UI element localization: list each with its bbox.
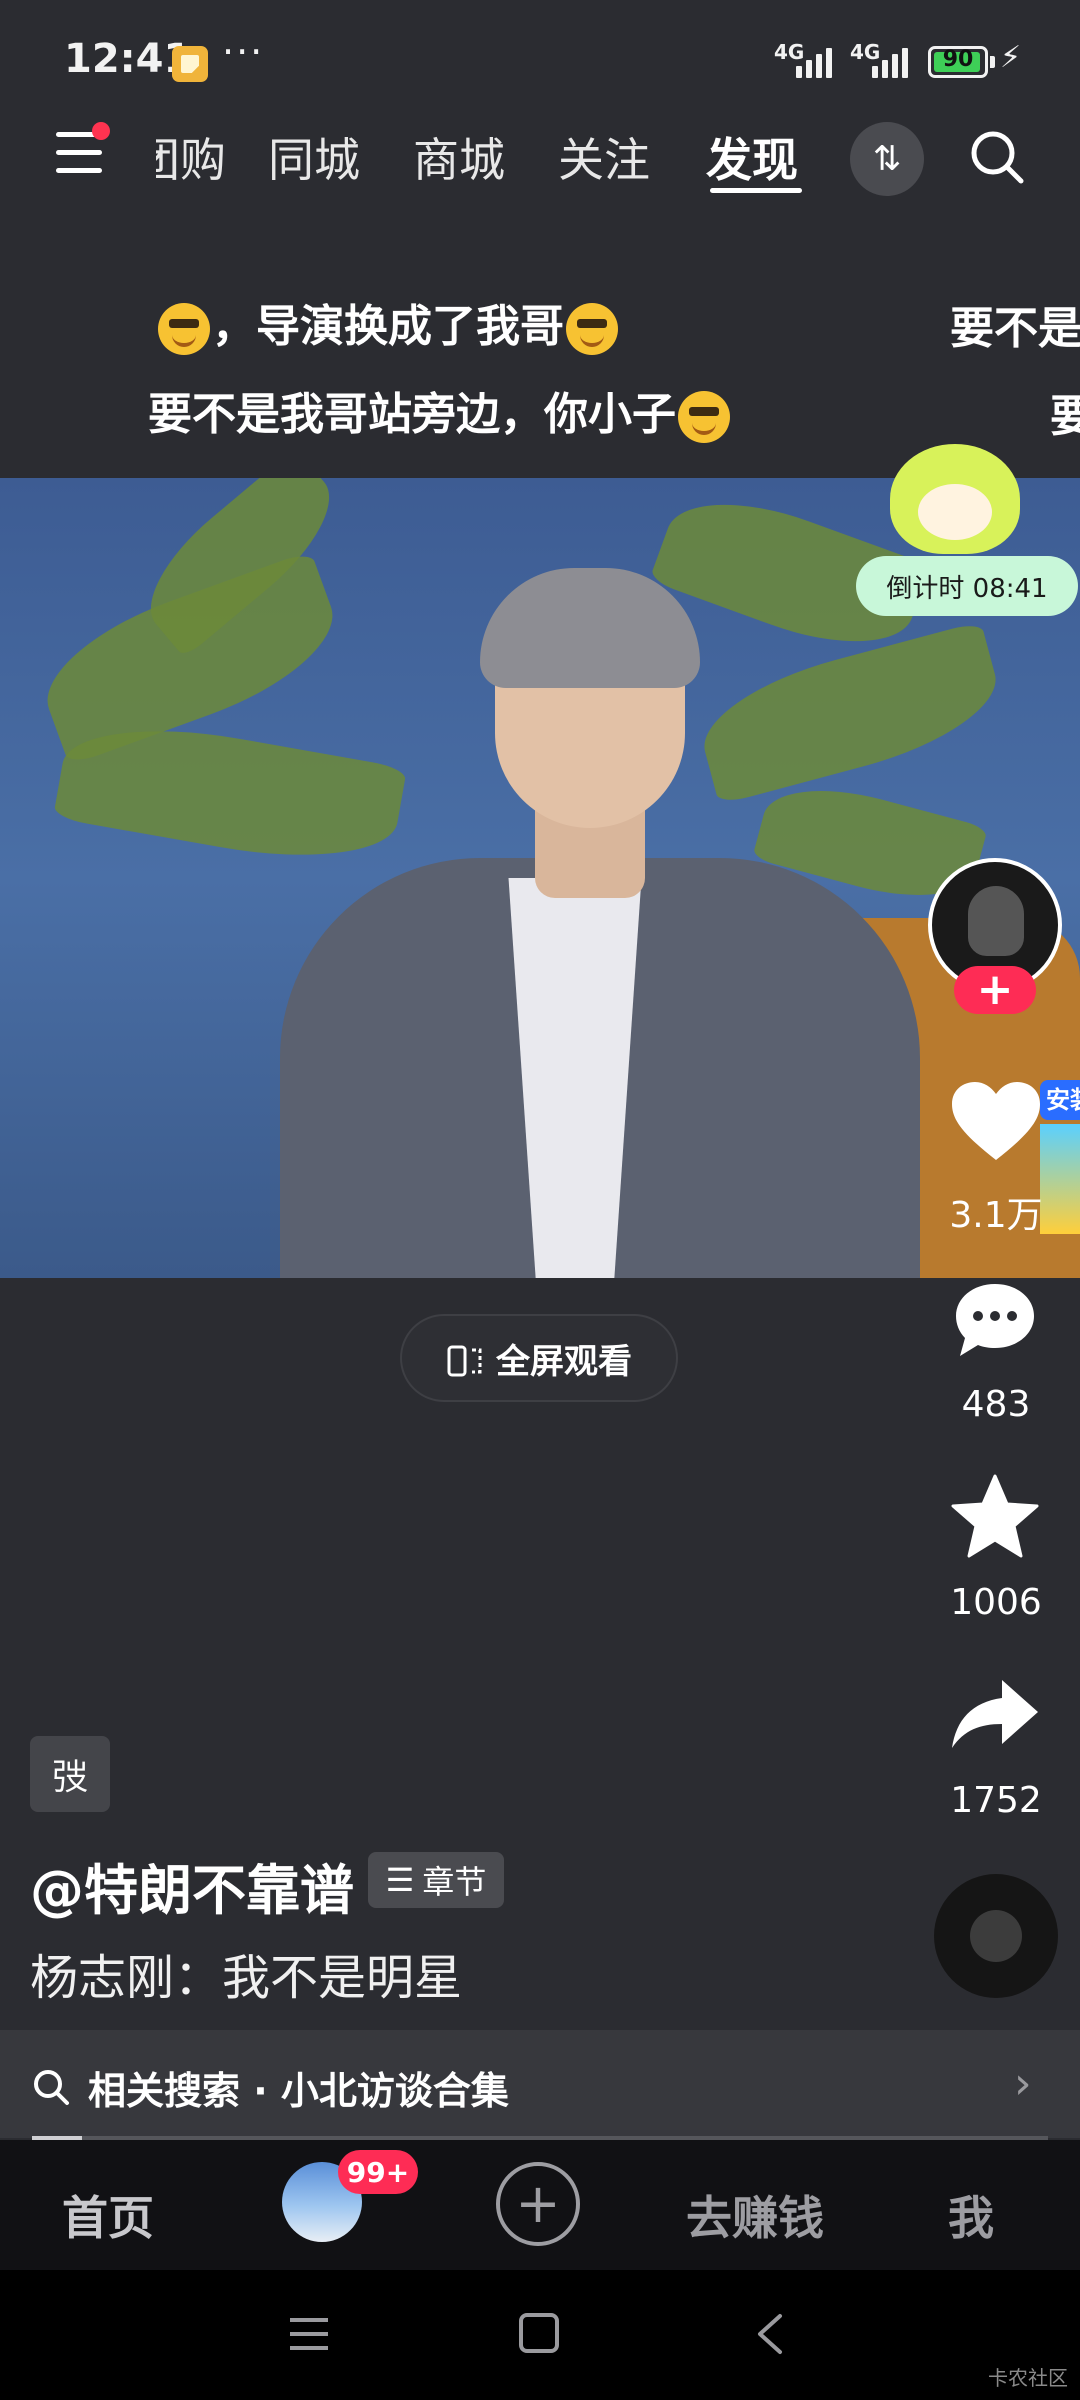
tab-following[interactable]: 关注 bbox=[558, 124, 650, 190]
share-arrow-icon[interactable] bbox=[950, 1676, 1040, 1752]
danmaku-line-2: 要不是我哥站旁边，你小子 bbox=[148, 378, 732, 443]
tab-earn[interactable]: 去赚钱 bbox=[686, 2182, 824, 2248]
tab-me[interactable]: 我 bbox=[948, 2182, 994, 2248]
tab-discover[interactable]: 发现 bbox=[706, 124, 798, 190]
fullscreen-button[interactable]: 全屏观看 bbox=[400, 1314, 678, 1402]
favorite-star-icon[interactable] bbox=[950, 1474, 1040, 1560]
recent-apps-icon[interactable] bbox=[288, 2314, 330, 2354]
signal-strength-icon-2 bbox=[872, 44, 908, 78]
notification-dot bbox=[92, 122, 110, 140]
battery-icon: 90 bbox=[928, 46, 988, 78]
chapter-list-icon: ☰ bbox=[385, 1861, 415, 1899]
music-disc-icon[interactable] bbox=[934, 1874, 1058, 1998]
more-notifications-icon: ··· bbox=[222, 30, 265, 74]
like-icon[interactable] bbox=[950, 1080, 1042, 1164]
watermark: 卡农社区 bbox=[988, 2366, 1068, 2390]
share-count: 1752 bbox=[950, 1780, 1042, 1821]
tab-group-buy[interactable]: 团购 bbox=[156, 124, 226, 190]
sunglasses-emoji-icon bbox=[566, 303, 618, 355]
tab-nearby[interactable]: 同城 bbox=[268, 124, 360, 190]
sunglasses-emoji-icon bbox=[678, 391, 730, 443]
chapter-button[interactable]: ☰ 章节 bbox=[368, 1852, 504, 1908]
signal-strength-icon-1 bbox=[796, 44, 832, 78]
like-count: 3.1万 bbox=[949, 1195, 1043, 1236]
status-bar: 12:41 ··· 4G 4G 90 ⚡ bbox=[0, 0, 1080, 120]
swap-icon[interactable]: ⇅ bbox=[850, 122, 924, 196]
home-icon[interactable] bbox=[518, 2312, 560, 2354]
message-badge: 99+ bbox=[338, 2150, 418, 2194]
danmaku-line-3: 要不是 bbox=[950, 303, 1080, 354]
create-post-button[interactable]: + bbox=[496, 2162, 580, 2246]
install-ad-tag[interactable]: 安装 bbox=[1040, 1080, 1080, 1120]
video-description: 杨志刚：我不是明星 bbox=[30, 1950, 463, 2006]
comment-icon[interactable] bbox=[952, 1280, 1038, 1360]
charging-icon: ⚡ bbox=[1000, 40, 1022, 75]
reward-mascot-icon[interactable] bbox=[890, 444, 1020, 554]
search-icon[interactable] bbox=[968, 128, 1026, 186]
tab-mall[interactable]: 商城 bbox=[413, 124, 505, 190]
search-icon bbox=[34, 2070, 69, 2105]
countdown-timer[interactable]: 倒计时 08:41 bbox=[856, 556, 1078, 616]
related-search-bar[interactable]: 相关搜索 · 小北访谈合集 › bbox=[0, 2030, 1080, 2138]
related-search-text: 相关搜索 · 小北访谈合集 bbox=[88, 2069, 509, 2113]
danmaku-line-4: 要 bbox=[1050, 391, 1080, 442]
favorite-count: 1006 bbox=[950, 1582, 1042, 1623]
system-nav-bar bbox=[0, 2270, 1080, 2400]
danmaku-line-1: ，导演换成了我哥 bbox=[156, 290, 620, 355]
author-name[interactable]: @特朗不靠谱 bbox=[30, 1846, 354, 1925]
notes-app-icon bbox=[172, 46, 208, 82]
rotate-screen-icon bbox=[446, 1340, 482, 1377]
active-tab-indicator bbox=[710, 188, 802, 193]
topic-tag[interactable]: 弢 bbox=[30, 1736, 110, 1812]
follow-button[interactable]: + bbox=[954, 966, 1036, 1014]
tab-home[interactable]: 首页 bbox=[62, 2182, 154, 2248]
comment-count: 483 bbox=[961, 1384, 1031, 1425]
battery-level: 90 bbox=[942, 47, 974, 72]
back-icon[interactable] bbox=[752, 2312, 786, 2356]
laughing-emoji-icon bbox=[158, 303, 210, 355]
chevron-right-icon: › bbox=[1014, 2058, 1032, 2109]
fullscreen-label: 全屏观看 bbox=[496, 1341, 632, 1382]
